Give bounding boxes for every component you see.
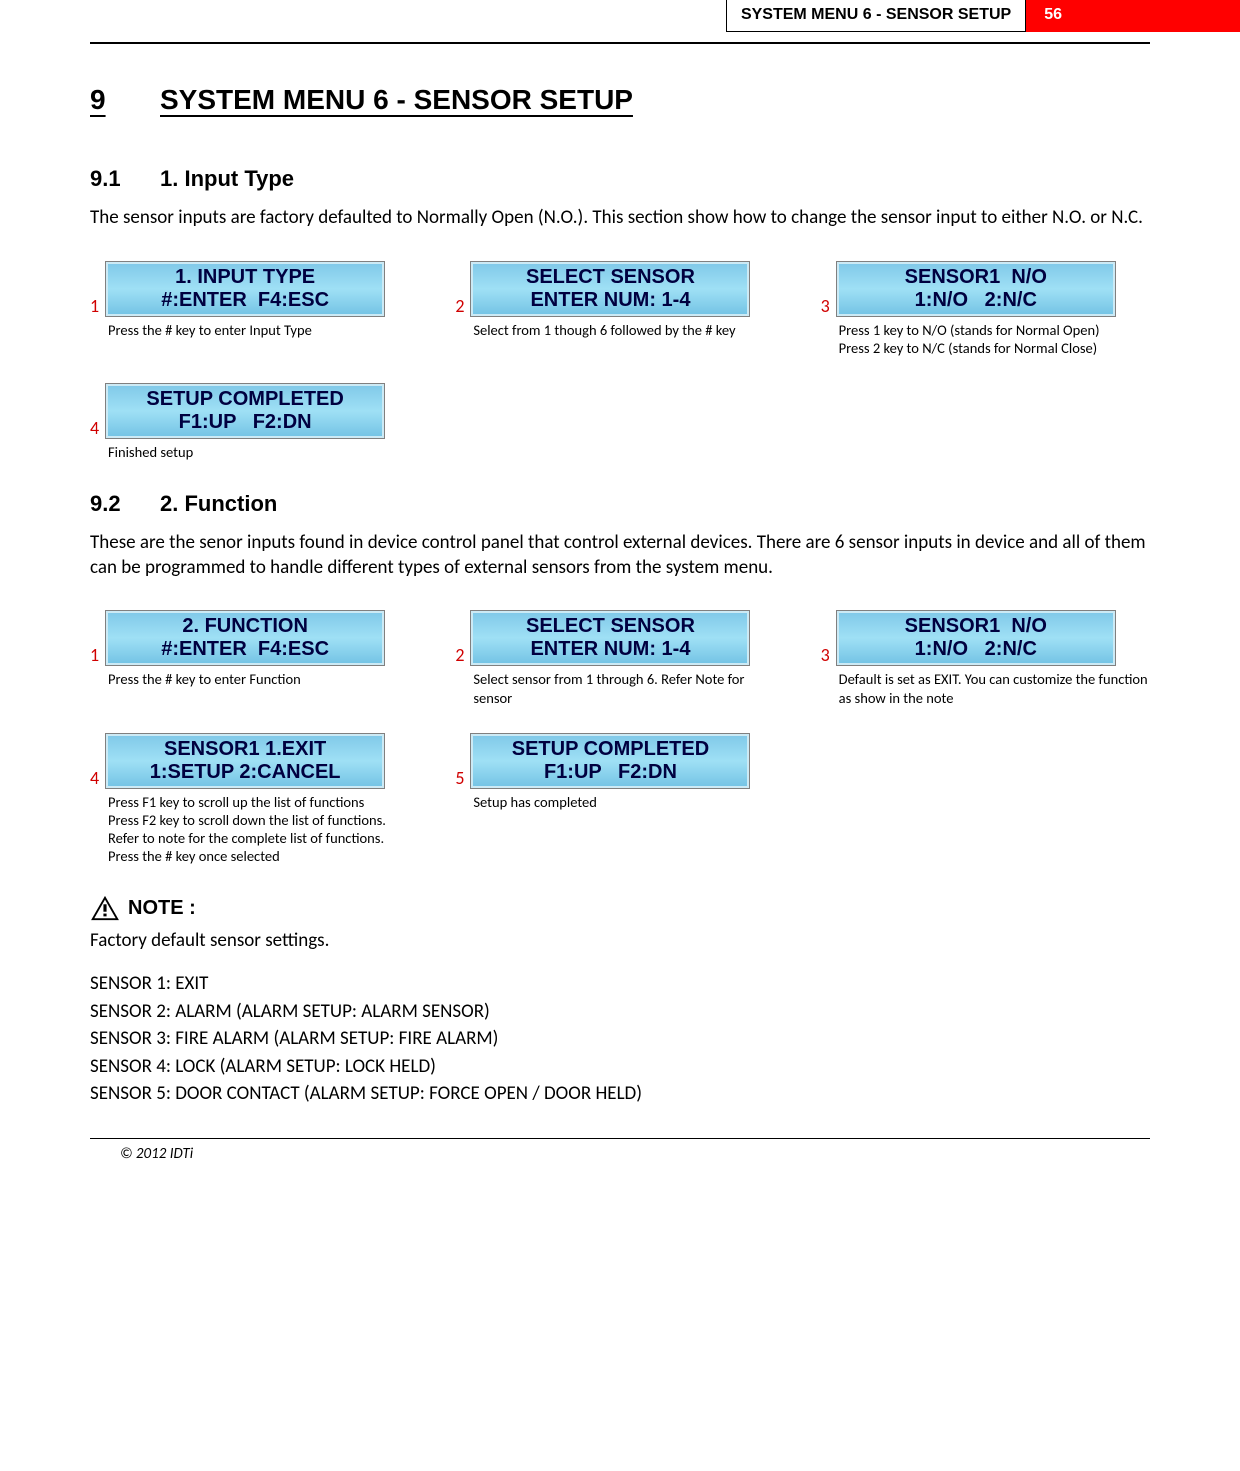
page-content: 9SYSTEM MENU 6 - SENSOR SETUP 9.11. Inpu…: [0, 44, 1240, 1118]
step-item: 3 SENSOR1 N/O 1:N/O 2:N/C Default is set…: [821, 610, 1150, 706]
step-number: 3: [821, 646, 830, 666]
lcd-line-1: SELECT SENSOR: [471, 266, 749, 289]
step-item: 1 2. FUNCTION #:ENTER F4:ESC Press the #…: [90, 610, 419, 706]
lcd-line-1: SETUP COMPLETED: [106, 388, 384, 411]
lcd-line-1: 2. FUNCTION: [106, 615, 384, 638]
lcd-line-2: ENTER NUM: 1-4: [471, 638, 749, 661]
subsection-9-2-paragraph: These are the senor inputs found in devi…: [90, 531, 1150, 580]
step-item: 2 SELECT SENSOR ENTER NUM: 1-4 Select fr…: [455, 261, 784, 357]
subsection-9-2-title: 2. Function: [160, 491, 277, 516]
lcd-line-2: F1:UP F2:DN: [471, 761, 749, 784]
sensor-defaults-list: SENSOR 1: EXIT SENSOR 2: ALARM (ALARM SE…: [90, 970, 1150, 1108]
lcd-line-1: SETUP COMPLETED: [471, 738, 749, 761]
step-item: 4 SETUP COMPLETED F1:UP F2:DN Finished s…: [90, 383, 419, 461]
step-caption: Setup has completed: [455, 793, 784, 811]
lcd-line-1: SELECT SENSOR: [471, 615, 749, 638]
lcd-line-1: SENSOR1 N/O: [837, 266, 1115, 289]
list-item: SENSOR 2: ALARM (ALARM SETUP: ALARM SENS…: [90, 998, 1150, 1026]
lcd-screen: SELECT SENSOR ENTER NUM: 1-4: [470, 610, 750, 666]
step-item: 4 SENSOR1 1.EXIT 1:SETUP 2:CANCEL Press …: [90, 733, 419, 866]
step-caption: Default is set as EXIT. You can customiz…: [821, 670, 1150, 706]
subsection-9-1-title: 1. Input Type: [160, 166, 294, 191]
header-title: SYSTEM MENU 6 - SENSOR SETUP: [726, 0, 1026, 32]
lcd-line-2: F1:UP F2:DN: [106, 411, 384, 434]
subsection-9-2-heading: 9.22. Function: [90, 491, 1150, 517]
lcd-screen: SENSOR1 1.EXIT 1:SETUP 2:CANCEL: [105, 733, 385, 789]
steps-grid-9-1: 1 1. INPUT TYPE #:ENTER F4:ESC Press the…: [90, 261, 1150, 461]
lcd-line-1: SENSOR1 N/O: [837, 615, 1115, 638]
lcd-line-1: 1. INPUT TYPE: [106, 266, 384, 289]
section-number: 9: [90, 84, 160, 116]
subsection-9-1-number: 9.1: [90, 166, 160, 192]
step-number: 3: [821, 297, 830, 317]
step-caption: Select from 1 though 6 followed by the #…: [455, 321, 784, 339]
lcd-line-2: ENTER NUM: 1-4: [471, 289, 749, 312]
subsection-9-2-number: 9.2: [90, 491, 160, 517]
warning-icon: [90, 895, 120, 921]
lcd-screen: SENSOR1 N/O 1:N/O 2:N/C: [836, 261, 1116, 317]
lcd-line-1: SENSOR1 1.EXIT: [106, 738, 384, 761]
header-spacer: [0, 0, 726, 32]
steps-grid-9-2: 1 2. FUNCTION #:ENTER F4:ESC Press the #…: [90, 610, 1150, 865]
lcd-screen: SENSOR1 N/O 1:N/O 2:N/C: [836, 610, 1116, 666]
header-page-number: 56: [1026, 0, 1080, 32]
step-caption: Press the # key to enter Function: [90, 670, 419, 688]
step-item: 1 1. INPUT TYPE #:ENTER F4:ESC Press the…: [90, 261, 419, 357]
lcd-screen: SELECT SENSOR ENTER NUM: 1-4: [470, 261, 750, 317]
step-item: 3 SENSOR1 N/O 1:N/O 2:N/C Press 1 key to…: [821, 261, 1150, 357]
step-caption: Press the # key to enter Input Type: [90, 321, 419, 339]
note-heading: NOTE :: [90, 895, 1150, 921]
list-item: SENSOR 3: FIRE ALARM (ALARM SETUP: FIRE …: [90, 1025, 1150, 1053]
step-caption: Finished setup: [90, 443, 419, 461]
lcd-line-2: 1:SETUP 2:CANCEL: [106, 761, 384, 784]
lcd-screen: 2. FUNCTION #:ENTER F4:ESC: [105, 610, 385, 666]
subsection-9-1-heading: 9.11. Input Type: [90, 166, 1150, 192]
page-header-bar: SYSTEM MENU 6 - SENSOR SETUP 56: [0, 0, 1240, 32]
lcd-screen: SETUP COMPLETED F1:UP F2:DN: [105, 383, 385, 439]
step-number: 1: [90, 646, 99, 666]
lcd-line-2: #:ENTER F4:ESC: [106, 638, 384, 661]
list-item: SENSOR 4: LOCK (ALARM SETUP: LOCK HELD): [90, 1053, 1150, 1081]
note-intro: Factory default sensor settings.: [90, 929, 1150, 952]
step-number: 5: [455, 769, 464, 789]
lcd-line-2: 1:N/O 2:N/C: [837, 289, 1115, 312]
header-red-strip: [1080, 0, 1240, 32]
lcd-line-2: 1:N/O 2:N/C: [837, 638, 1115, 661]
step-item: 2 SELECT SENSOR ENTER NUM: 1-4 Select se…: [455, 610, 784, 706]
step-number: 4: [90, 419, 99, 439]
step-item: 5 SETUP COMPLETED F1:UP F2:DN Setup has …: [455, 733, 784, 866]
lcd-screen: SETUP COMPLETED F1:UP F2:DN: [470, 733, 750, 789]
step-caption: Press F1 key to scroll up the list of fu…: [90, 793, 419, 866]
step-number: 4: [90, 769, 99, 789]
list-item: SENSOR 1: EXIT: [90, 970, 1150, 998]
list-item: SENSOR 5: DOOR CONTACT (ALARM SETUP: FOR…: [90, 1080, 1150, 1108]
step-number: 2: [455, 646, 464, 666]
step-caption: Press 1 key to N/O (stands for Normal Op…: [821, 321, 1150, 357]
footer-copyright: © 2012 IDTi: [0, 1139, 1240, 1173]
subsection-9-1-paragraph: The sensor inputs are factory defaulted …: [90, 206, 1150, 231]
note-label: NOTE :: [128, 897, 196, 920]
lcd-screen: 1. INPUT TYPE #:ENTER F4:ESC: [105, 261, 385, 317]
lcd-line-2: #:ENTER F4:ESC: [106, 289, 384, 312]
step-number: 2: [455, 297, 464, 317]
section-heading: 9SYSTEM MENU 6 - SENSOR SETUP: [90, 84, 1150, 116]
section-title: SYSTEM MENU 6 - SENSOR SETUP: [160, 84, 633, 115]
step-number: 1: [90, 297, 99, 317]
step-caption: Select sensor from 1 through 6. Refer No…: [455, 670, 784, 706]
